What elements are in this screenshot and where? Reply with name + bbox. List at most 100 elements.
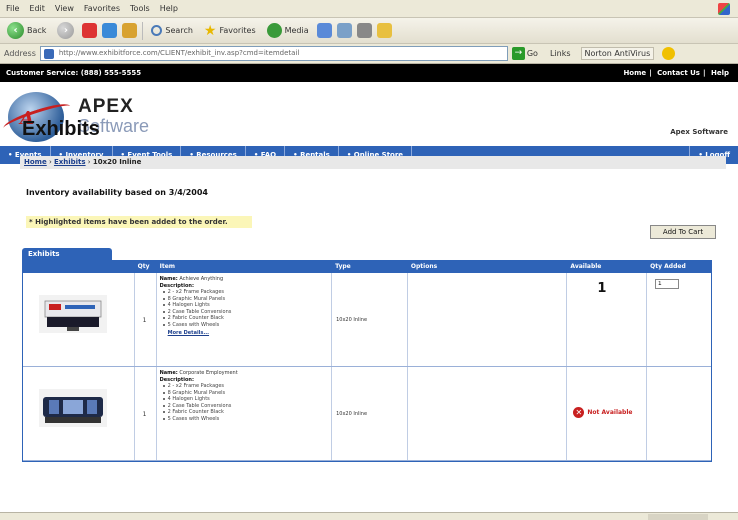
customer-service-text: Customer Service: (888) 555-5555 [6,69,142,77]
qty-cell: 1 [135,367,157,460]
favorites-button[interactable]: ★ Favorites [201,21,259,41]
item-name-label: Name: [159,370,178,376]
refresh-icon[interactable] [102,23,118,38]
breadcrumb-current: 10x20 Inline [92,158,142,166]
search-icon [151,25,163,36]
browser-menubar: File Edit View Favorites Tools Help [0,0,738,18]
exhibit-image-cell [23,367,135,460]
highlighted-items-note: * Highlighted items have been added to t… [26,216,252,228]
page-title: Exhibits [22,118,100,140]
links-button[interactable]: Links [550,49,571,58]
site-topbar: Customer Service: (888) 555-5555 Home | C… [0,64,738,82]
back-arrow-icon: ‹ [7,22,24,39]
menu-favorites[interactable]: Favorites [84,4,120,13]
print-icon[interactable] [356,23,372,38]
available-cell: ✕ Not Available [567,367,648,460]
item-name: Corporate Employment [179,370,238,376]
breadcrumb: Home › Exhibits › 10x20 Inline [20,156,726,169]
qty-added-cell [647,367,711,460]
go-arrow-icon: → [511,47,525,60]
menu-view[interactable]: View [55,4,74,13]
more-details-link[interactable]: More Details... [160,330,328,336]
media-button[interactable]: Media [264,21,312,41]
column-header-item: Item [159,263,176,270]
exhibits-table: Qty Item Type Options Available Qty Adde… [22,260,712,462]
media-label: Media [284,26,309,35]
column-header-available: Available [570,263,602,270]
home-icon[interactable] [122,23,138,38]
windows-logo-icon [718,2,730,15]
column-header-qty-added: Qty Added [650,263,686,270]
options-cell [408,273,568,366]
options-cell [408,367,568,460]
norton-shield-icon [662,47,676,60]
folder-icon[interactable] [376,23,392,38]
qty-cell: 1 [135,273,157,366]
description-label: Description: [159,376,194,383]
qty-value: 1 [142,411,147,418]
table-header-row: Qty Item Type Options Available Qty Adde… [23,261,711,273]
home-link[interactable]: Home [623,69,646,77]
not-available-status: ✕ Not Available [573,407,632,418]
exhibit-image-cell [23,273,135,366]
inventory-availability-note: Inventory availability based on 3/4/2004 [26,188,208,197]
table-row: 1 Name: Corporate Employment Description… [23,367,711,461]
not-available-text: Not Available [587,409,633,416]
item-name-label: Name: [159,276,178,282]
menu-help[interactable]: Help [160,4,178,13]
search-label: Search [165,26,193,35]
company-name: Apex Software [670,128,728,136]
table-row: 1 Name: Achieve Anything Description: 2 … [23,273,711,367]
description-bullet: 5 Cases with Wheels [160,322,328,329]
forward-button[interactable]: › [54,21,77,41]
address-bar: Address http://www.exhibitforce.com/CLIE… [0,44,738,64]
description-label: Description: [159,282,194,289]
type-value: 10x20 Inline [336,317,368,323]
column-header-options: Options [410,263,438,270]
menu-file[interactable]: File [6,4,19,13]
exhibit-booth-image[interactable] [39,295,107,333]
type-cell: 10x20 Inline [332,367,408,460]
description-bullet: 5 Cases with Wheels [160,416,328,423]
browser-toolbar: ‹ Back › Search ★ Favorites Media [0,18,738,44]
available-count: 1 [597,281,607,296]
favorites-label: Favorites [219,26,256,35]
url-input[interactable]: http://www.exhibitforce.com/CLIENT/exhib… [39,46,508,61]
type-cell: 10x20 Inline [332,273,408,366]
forward-arrow-icon: › [57,22,75,39]
mail-icon[interactable] [336,23,352,38]
item-name: Achieve Anything [179,276,224,282]
site-header: A APEX Software [0,82,738,146]
history-icon[interactable] [316,23,332,38]
media-icon [266,23,282,38]
address-label: Address [4,49,36,58]
available-cell: 1 [567,273,648,366]
column-header-image [23,261,135,273]
back-button[interactable]: ‹ Back [4,21,49,41]
column-header-type: Type [335,263,351,270]
tab-exhibits[interactable]: Exhibits [22,248,112,260]
column-header-qty: Qty [137,263,150,270]
search-button[interactable]: Search [148,21,195,41]
menu-tools[interactable]: Tools [130,4,150,13]
breadcrumb-home[interactable]: Home [24,158,47,166]
help-link[interactable]: Help [711,69,729,77]
menu-edit[interactable]: Edit [29,4,45,13]
add-to-cart-button[interactable]: Add To Cart [650,225,716,239]
item-cell: Name: Corporate Employment Description: … [157,367,333,460]
back-label: Back [27,26,47,35]
contact-us-link[interactable]: Contact Us [657,69,700,77]
toolbar-divider [142,21,144,40]
favorites-star-icon: ★ [203,22,217,39]
qty-added-cell [647,273,711,366]
not-available-icon: ✕ [573,407,585,418]
breadcrumb-exhibits[interactable]: Exhibits [54,158,86,166]
type-value: 10x20 Inline [336,411,368,417]
stop-icon[interactable] [82,23,98,38]
exhibit-booth-image[interactable] [39,389,107,427]
go-button[interactable]: → Go [511,47,538,60]
browser-statusbar [0,512,738,520]
item-cell: Name: Achieve Anything Description: 2 - … [157,273,333,366]
norton-button[interactable]: Norton AntiVirus [580,47,655,60]
qty-added-input[interactable] [655,279,680,289]
